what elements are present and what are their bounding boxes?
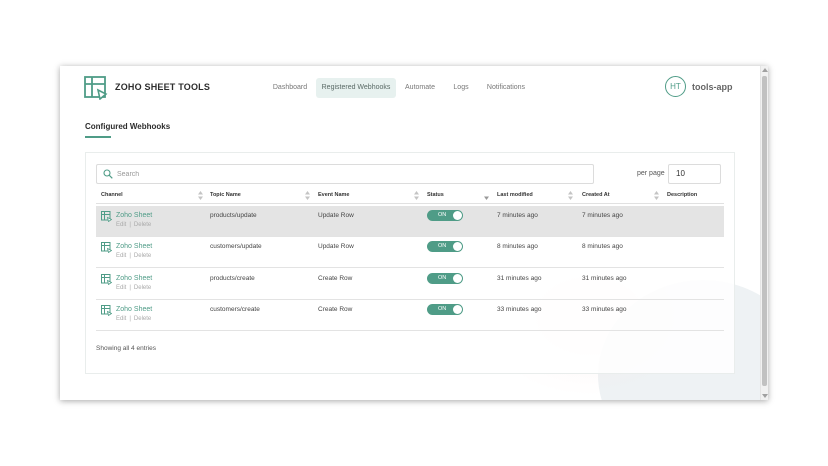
row-actions: Edit | Delete: [116, 222, 151, 228]
sheet-channel-icon: [101, 274, 112, 285]
top-header: ZOHO SHEET TOOLS Dashboard Registered We…: [60, 66, 760, 110]
sheet-channel-icon: [101, 211, 112, 222]
search-icon: [103, 169, 113, 179]
delete-link[interactable]: Delete: [134, 222, 151, 228]
toggle-label: ON: [438, 306, 447, 312]
scroll-up-arrow-icon[interactable]: [762, 68, 768, 72]
sort-icon[interactable]: [568, 191, 573, 200]
channel-link[interactable]: Zoho Sheet: [116, 243, 152, 250]
edit-link[interactable]: Edit: [116, 253, 126, 259]
toggle-knob: [453, 211, 462, 220]
nav-logs[interactable]: Logs: [446, 78, 476, 98]
channel-link[interactable]: Zoho Sheet: [116, 306, 152, 313]
vertical-scrollbar[interactable]: [760, 66, 768, 400]
toggle-label: ON: [438, 243, 447, 249]
sheet-channel-icon: [101, 242, 112, 253]
brand-name: ZOHO SHEET TOOLS: [115, 82, 211, 92]
table-row[interactable]: Zoho Sheet Edit | Delete customers/create …: [96, 300, 724, 331]
channel-link[interactable]: Zoho Sheet: [116, 212, 152, 219]
column-header-last-modified[interactable]: Last modified: [497, 192, 533, 198]
column-header-created-at[interactable]: Created At: [582, 192, 610, 198]
created-cell: 7 minutes ago: [582, 212, 623, 219]
status-toggle[interactable]: ON: [427, 241, 463, 252]
sort-icon[interactable]: [305, 191, 310, 200]
table-row[interactable]: Zoho Sheet Edit | Delete products/update U…: [96, 206, 724, 237]
scrollbar-thumb[interactable]: [762, 76, 767, 386]
topic-cell: customers/create: [210, 306, 260, 313]
search-box[interactable]: [96, 164, 594, 184]
toggle-label: ON: [438, 275, 447, 281]
topic-cell: products/update: [210, 212, 257, 219]
created-cell: 33 minutes ago: [582, 306, 627, 313]
row-actions: Edit | Delete: [116, 316, 151, 322]
modified-cell: 33 minutes ago: [497, 306, 542, 313]
event-cell: Update Row: [318, 243, 354, 250]
delete-link[interactable]: Delete: [134, 316, 151, 322]
delete-link[interactable]: Delete: [134, 253, 151, 259]
edit-link[interactable]: Edit: [116, 316, 126, 322]
column-header-description: Description: [667, 192, 698, 198]
table-header-divider: [96, 203, 724, 204]
search-input[interactable]: [117, 167, 587, 182]
avatar[interactable]: HT: [665, 76, 686, 97]
event-cell: Update Row: [318, 212, 354, 219]
modified-cell: 7 minutes ago: [497, 212, 538, 219]
topic-cell: customers/update: [210, 243, 262, 250]
action-separator: |: [129, 316, 131, 322]
nav-automate[interactable]: Automate: [398, 78, 442, 98]
action-separator: |: [129, 285, 131, 291]
title-underline: [85, 136, 111, 138]
modified-cell: 8 minutes ago: [497, 243, 538, 250]
toggle-knob: [453, 274, 462, 283]
action-separator: |: [129, 253, 131, 259]
action-separator: |: [129, 222, 131, 228]
status-toggle[interactable]: ON: [427, 304, 463, 315]
modified-cell: 31 minutes ago: [497, 275, 542, 282]
sheet-logo-icon[interactable]: [84, 76, 108, 100]
nav-notifications[interactable]: Notifications: [480, 78, 532, 98]
scroll-down-arrow-icon[interactable]: [762, 394, 768, 398]
sort-icon[interactable]: [198, 191, 203, 200]
edit-link[interactable]: Edit: [116, 285, 126, 291]
event-cell: Create Row: [318, 275, 353, 282]
app-window: ZOHO SHEET TOOLS Dashboard Registered We…: [60, 66, 768, 400]
sort-icon[interactable]: [654, 191, 659, 200]
entries-count: Showing all 4 entries: [96, 345, 156, 352]
row-actions: Edit | Delete: [116, 253, 151, 259]
toggle-label: ON: [438, 212, 447, 218]
sort-icon[interactable]: [414, 191, 419, 200]
column-header-status[interactable]: Status: [427, 192, 444, 198]
page-title: Configured Webhooks: [85, 122, 171, 131]
app-name[interactable]: tools-app: [692, 82, 733, 92]
status-toggle[interactable]: ON: [427, 210, 463, 221]
toggle-knob: [453, 242, 462, 251]
status-toggle[interactable]: ON: [427, 273, 463, 284]
nav-registered-webhooks[interactable]: Registered Webhooks: [316, 78, 396, 98]
event-cell: Create Row: [318, 306, 353, 313]
column-header-event[interactable]: Event Name: [318, 192, 350, 198]
column-header-topic[interactable]: Topic Name: [210, 192, 241, 198]
table-row[interactable]: Zoho Sheet Edit | Delete products/create C…: [96, 269, 724, 300]
toggle-knob: [453, 305, 462, 314]
topic-cell: products/create: [210, 275, 255, 282]
channel-link[interactable]: Zoho Sheet: [116, 275, 152, 282]
per-page-label: per page: [637, 170, 665, 177]
sort-desc-icon[interactable]: [484, 191, 489, 200]
nav-dashboard[interactable]: Dashboard: [264, 78, 316, 98]
edit-link[interactable]: Edit: [116, 222, 126, 228]
per-page-input[interactable]: 10: [668, 164, 721, 184]
delete-link[interactable]: Delete: [134, 285, 151, 291]
column-header-channel[interactable]: Channel: [101, 192, 123, 198]
sheet-channel-icon: [101, 305, 112, 316]
created-cell: 8 minutes ago: [582, 243, 623, 250]
created-cell: 31 minutes ago: [582, 275, 627, 282]
row-actions: Edit | Delete: [116, 285, 151, 291]
table-row[interactable]: Zoho Sheet Edit | Delete customers/update …: [96, 237, 724, 268]
